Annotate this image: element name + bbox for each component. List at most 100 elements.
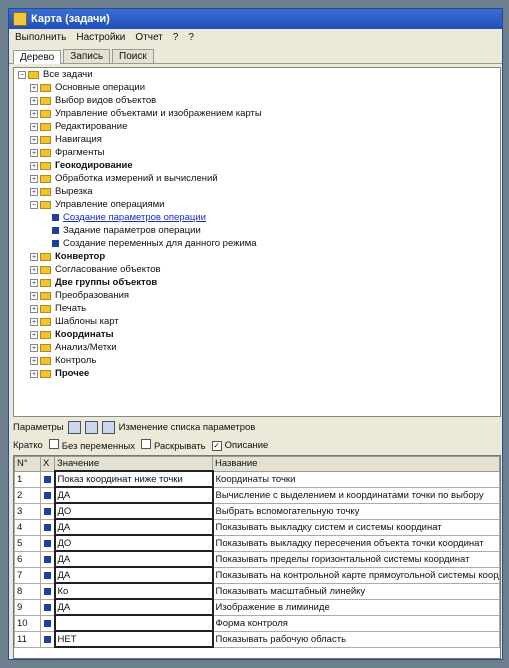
- expand-checkbox[interactable]: [140, 438, 151, 449]
- folder-icon: [40, 265, 51, 274]
- value-cell[interactable]: ДО: [53, 502, 214, 520]
- expand-icon[interactable]: +: [30, 148, 38, 157]
- tree-node-label: Основные операции: [55, 82, 146, 93]
- col-x[interactable]: Х: [40, 456, 55, 472]
- col-value[interactable]: Значение: [54, 456, 213, 472]
- tree-node[interactable]: + Редактирование: [14, 120, 500, 133]
- value-cell[interactable]: ДА: [53, 550, 214, 568]
- menu-run[interactable]: Выполнить: [15, 32, 66, 43]
- tree-node[interactable]: + Геокодирование: [14, 159, 500, 172]
- value-cell[interactable]: ДА: [53, 518, 214, 536]
- task-tree[interactable]: − Все задачи + Основные операции + Выбор видо…: [13, 67, 501, 417]
- tree-node[interactable]: + Анализ/Метки: [14, 341, 500, 354]
- expand-icon[interactable]: +: [30, 356, 38, 365]
- value-cell[interactable]: ДА: [53, 566, 214, 584]
- expand-icon[interactable]: +: [30, 265, 38, 274]
- copy-icon[interactable]: [67, 420, 81, 434]
- expand-icon[interactable]: +: [30, 187, 38, 196]
- folder-icon: [40, 161, 51, 170]
- tree-node-label: Навигация: [55, 134, 102, 145]
- title-bar[interactable]: Карта (задачи): [9, 9, 502, 29]
- folder-icon: [40, 343, 51, 352]
- table-row[interactable]: 8 Ко Показывать масштабный линейку: [14, 582, 500, 600]
- table-row[interactable]: 7 ДА Показывать на контрольной карте прямо…: [14, 566, 500, 584]
- folder-icon: [40, 330, 51, 339]
- no-vars-option[interactable]: Без переменных: [48, 438, 135, 452]
- tab-search[interactable]: Поиск: [112, 49, 154, 63]
- tree-node[interactable]: + Выбор видов объектов: [14, 94, 500, 107]
- collapse-icon[interactable]: −: [18, 70, 26, 79]
- expand-icon[interactable]: +: [30, 369, 38, 378]
- table-row[interactable]: 3 ДО Выбрать вспомогательную точку: [14, 502, 500, 520]
- tree-node[interactable]: + Вырезка: [14, 185, 500, 198]
- tree-node[interactable]: + Шаблоны карт: [14, 315, 500, 328]
- tree-node[interactable]: + Навигация: [14, 133, 500, 146]
- value-cell[interactable]: Ко: [53, 582, 214, 600]
- value-cell[interactable]: ДА: [53, 486, 214, 504]
- menu-help[interactable]: ?: [173, 32, 179, 43]
- tree-node[interactable]: + Конвертор: [14, 250, 500, 263]
- expand-option[interactable]: Раскрывать: [140, 438, 206, 452]
- description-option[interactable]: ✓ Описание: [211, 440, 268, 451]
- tree-node[interactable]: Создание переменных для данного режима: [14, 237, 500, 250]
- table-row[interactable]: 4 ДА Показывать выкладку систем и системы …: [14, 518, 500, 536]
- folder-icon: [40, 278, 51, 287]
- value-cell[interactable]: НЕТ: [53, 630, 214, 648]
- value-cell[interactable]: ДА: [53, 598, 214, 616]
- tab-tree[interactable]: Дерево: [13, 50, 62, 64]
- table-row[interactable]: 10 Форма контроля: [14, 614, 500, 632]
- value-cell[interactable]: Показ координат ниже точки: [53, 470, 214, 488]
- collapse-icon[interactable]: −: [30, 200, 38, 209]
- menu-settings[interactable]: Настройки: [76, 32, 125, 43]
- tree-node[interactable]: Задание параметров операции: [14, 224, 500, 237]
- filter-label: Кратко: [13, 439, 43, 451]
- table-row[interactable]: 11 НЕТ Показывать рабочую область: [14, 630, 500, 648]
- expand-icon[interactable]: +: [30, 304, 38, 313]
- tree-node[interactable]: + Две группы объектов: [14, 276, 500, 289]
- tree-node[interactable]: − Все задачи: [14, 68, 500, 81]
- expand-icon[interactable]: +: [30, 278, 38, 287]
- folder-icon: [40, 317, 51, 326]
- value-cell[interactable]: [53, 614, 214, 632]
- expand-icon[interactable]: +: [30, 109, 38, 118]
- tree-node[interactable]: + Фрагменты: [14, 146, 500, 159]
- table-row[interactable]: 2 ДА Вычисление с выделением и координатам…: [14, 486, 500, 504]
- table-row[interactable]: 9 ДА Изображение в лиминиде: [14, 598, 500, 616]
- expand-icon[interactable]: +: [30, 343, 38, 352]
- no-vars-checkbox[interactable]: [48, 438, 59, 449]
- tree-node[interactable]: + Прочее: [14, 367, 500, 380]
- name-cell: Выбрать вспомогательную точку: [212, 502, 500, 520]
- expand-icon[interactable]: +: [30, 122, 38, 131]
- paste-icon[interactable]: [84, 420, 98, 434]
- expand-icon[interactable]: +: [30, 317, 38, 326]
- tree-node[interactable]: + Координаты: [14, 328, 500, 341]
- tree-node[interactable]: + Обработка измерений и вычислений: [14, 172, 500, 185]
- description-checkbox[interactable]: ✓: [211, 440, 222, 451]
- expand-icon[interactable]: +: [30, 174, 38, 183]
- tree-node[interactable]: − Управление операциями: [14, 198, 500, 211]
- table-row[interactable]: 6 ДА Показывать пределы горизонтальной сис…: [14, 550, 500, 568]
- tree-node[interactable]: + Преобразования: [14, 289, 500, 302]
- tree-node[interactable]: + Основные операции: [14, 81, 500, 94]
- menu-report[interactable]: Отчет: [135, 32, 162, 43]
- tab-record[interactable]: Запись: [63, 49, 111, 63]
- expand-icon[interactable]: +: [30, 96, 38, 105]
- expand-icon[interactable]: +: [30, 83, 38, 92]
- expand-icon[interactable]: +: [30, 252, 38, 261]
- expand-icon[interactable]: +: [30, 291, 38, 300]
- expand-icon[interactable]: +: [30, 135, 38, 144]
- tree-node[interactable]: + Контроль: [14, 354, 500, 367]
- value-cell[interactable]: ДО: [53, 534, 214, 552]
- expand-icon[interactable]: +: [30, 161, 38, 170]
- table-row[interactable]: 1 Показ координат ниже точки Координаты то…: [14, 470, 500, 488]
- expand-icon[interactable]: +: [30, 330, 38, 339]
- tree-node[interactable]: + Управление объектами и изображением кар…: [14, 107, 500, 120]
- edit-icon[interactable]: [101, 420, 115, 434]
- table-row[interactable]: 5 ДО Показывать выкладку пересечения объек…: [14, 534, 500, 552]
- col-number[interactable]: N°: [14, 456, 41, 472]
- col-name[interactable]: Название: [212, 456, 500, 472]
- tree-node[interactable]: + Печать: [14, 302, 500, 315]
- tree-node[interactable]: Создание параметров операции: [14, 211, 500, 224]
- tree-node[interactable]: + Согласование объектов: [14, 263, 500, 276]
- menu-about[interactable]: ?: [188, 32, 194, 43]
